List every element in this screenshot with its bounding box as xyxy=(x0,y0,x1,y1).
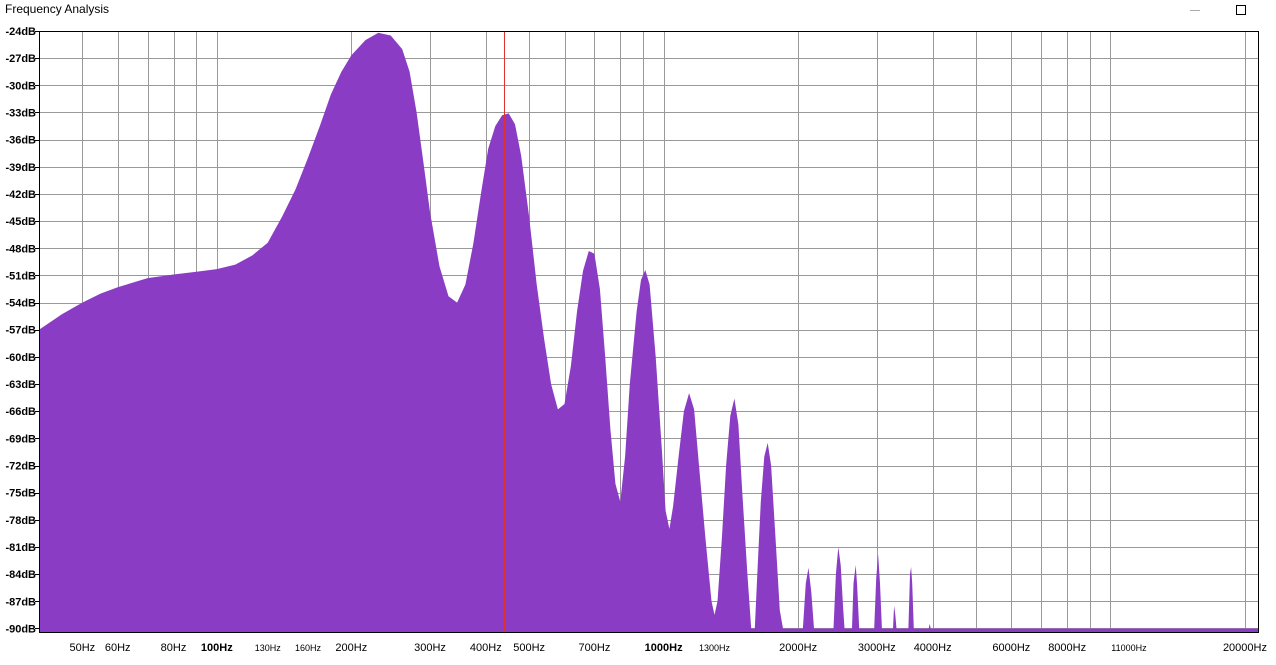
x-tick-label: 20000Hz xyxy=(1223,642,1267,654)
y-tick-label: -78dB xyxy=(5,515,36,527)
x-tick-label: 1000Hz xyxy=(645,642,683,654)
x-tick-label: 11000Hz xyxy=(1111,643,1147,653)
y-tick-label: -69dB xyxy=(5,433,36,445)
y-tick-label: -72dB xyxy=(5,461,36,473)
x-tick-label: 300Hz xyxy=(414,642,446,654)
y-tick-label: -48dB xyxy=(5,243,36,255)
x-tick-label: 160Hz xyxy=(295,643,322,653)
maximize-icon xyxy=(1236,5,1246,15)
x-tick-label: 2000Hz xyxy=(779,642,817,654)
x-axis-ticks: 50Hz 60Hz 80Hz 100Hz 130Hz 160Hz 200Hz 300Hz 400… xyxy=(69,642,1267,654)
x-tick-label: 50Hz xyxy=(69,642,95,654)
x-tick-label: 200Hz xyxy=(335,642,367,654)
y-tick-label: -33dB xyxy=(5,107,36,119)
x-tick-label: 60Hz xyxy=(105,642,131,654)
y-tick-label: -84dB xyxy=(5,569,36,581)
x-tick-label: 4000Hz xyxy=(914,642,952,654)
y-tick-label: -54dB xyxy=(5,298,36,310)
y-tick-label: -39dB xyxy=(5,162,36,174)
minimize-icon xyxy=(1190,9,1200,11)
y-tick-label: -63dB xyxy=(5,379,36,391)
y-tick-label: -27dB xyxy=(5,53,36,65)
x-tick-label: 3000Hz xyxy=(858,642,896,654)
y-tick-label: -24dB xyxy=(5,26,36,38)
minimize-button[interactable] xyxy=(1180,0,1210,20)
y-tick-label: -60dB xyxy=(5,352,36,364)
x-tick-label: 8000Hz xyxy=(1048,642,1086,654)
window-title: Frequency Analysis xyxy=(5,2,110,16)
x-tick-label: 6000Hz xyxy=(992,642,1030,654)
y-tick-label: -42dB xyxy=(5,189,36,201)
y-tick-label: -45dB xyxy=(5,216,36,228)
y-tick-label: -30dB xyxy=(5,80,36,92)
y-tick-label: -90dB xyxy=(5,623,36,635)
y-tick-label: -51dB xyxy=(5,270,36,282)
x-tick-label: 80Hz xyxy=(161,642,187,654)
y-tick-label: -66dB xyxy=(5,406,36,418)
x-tick-label: 1300Hz xyxy=(699,643,731,653)
maximize-button[interactable] xyxy=(1226,0,1256,20)
y-tick-label: -75dB xyxy=(5,488,36,500)
y-tick-label: -87dB xyxy=(5,596,36,608)
y-tick-label: -81dB xyxy=(5,542,36,554)
y-tick-label: -36dB xyxy=(5,135,36,147)
y-axis-ticks: -24dB -27dB -30dB -33dB -36dB -39dB -42dB -45dB… xyxy=(5,26,39,635)
title-bar: Frequency Analysis xyxy=(0,0,1276,20)
x-tick-label: 700Hz xyxy=(579,642,611,654)
x-tick-label: 130Hz xyxy=(255,643,282,653)
x-tick-label: 100Hz xyxy=(201,642,233,654)
x-tick-label: 500Hz xyxy=(513,642,545,654)
x-tick-label: 400Hz xyxy=(470,642,502,654)
y-tick-label: -57dB xyxy=(5,325,36,337)
spectrum-chart: -24dB -27dB -30dB -33dB -36dB -39dB -42dB -45dB… xyxy=(5,26,1267,654)
